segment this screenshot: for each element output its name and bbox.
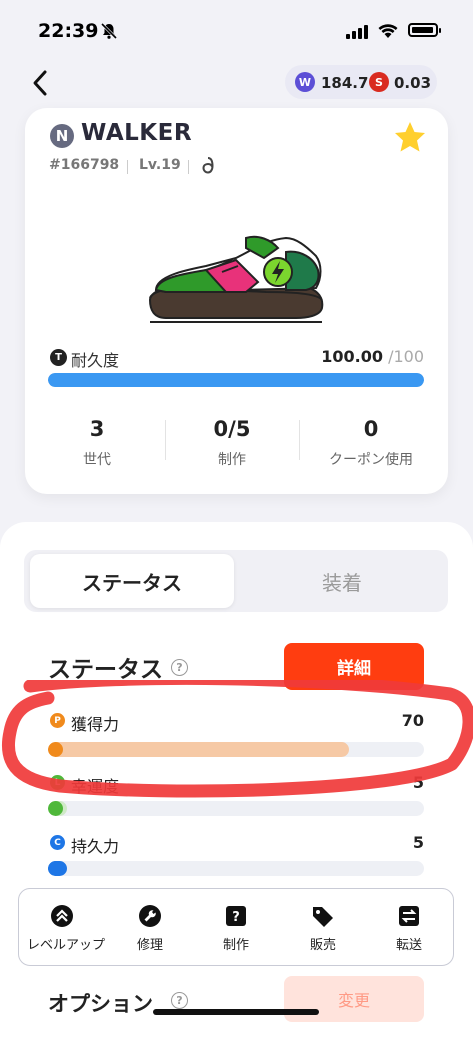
comfort-icon: C (50, 835, 65, 850)
toolbar-label: 販売 (309, 938, 336, 953)
battery-icon (408, 23, 441, 37)
attribute-bar-knob (48, 742, 63, 757)
stat-value: 3 (89, 417, 105, 441)
sneaker-level: Lv.19 (139, 157, 181, 173)
attribute-value: 5 (412, 833, 424, 852)
attribute-value: 70 (401, 711, 424, 730)
sneaker-image (148, 235, 324, 323)
durability-max: /100 (388, 347, 424, 366)
wrench-icon (139, 905, 161, 927)
stat-mint: 0/5 制作 (167, 417, 297, 469)
level-up-button[interactable]: レベルアップ (27, 904, 106, 953)
attribute-bar (48, 742, 424, 757)
stat-value: 0 (363, 417, 379, 441)
tag-icon (313, 907, 333, 927)
status-bar-time: 22:39 (38, 20, 99, 42)
durability-bar-fill (48, 373, 424, 387)
stat-coupon: 0 クーポン使用 (306, 417, 436, 469)
level-up-icon (51, 905, 73, 927)
sneaker-type: WALKER (81, 120, 193, 146)
durability-current: 100.00 (321, 347, 383, 366)
attribute-value: 5 (412, 773, 424, 792)
status-section-title: ステータス (48, 657, 163, 683)
divider (165, 420, 166, 460)
gst-balance: 184.7 (321, 74, 369, 92)
gmt-coin-icon: S (369, 72, 389, 92)
quality-badge: N (50, 124, 74, 148)
svg-text:?: ? (232, 910, 240, 925)
options-section-title: オプション (48, 992, 153, 1016)
toolbar-label: 制作 (222, 938, 249, 953)
attribute-bar-fill (48, 742, 349, 757)
attribute-label: 幸運度 (71, 777, 120, 796)
divider (127, 160, 128, 174)
help-icon[interactable]: ? (171, 992, 188, 1009)
wifi-icon (378, 24, 398, 38)
help-icon[interactable]: ? (171, 659, 188, 676)
durability-label: 耐久度 (71, 351, 120, 370)
efficiency-icon: P (50, 713, 65, 728)
luck-icon: L (50, 775, 65, 790)
stat-label: 世代 (83, 452, 111, 468)
durability-bar (48, 373, 424, 387)
home-indicator[interactable] (153, 1009, 319, 1015)
mint-button[interactable]: ? 制作 (201, 904, 271, 953)
divider (188, 160, 189, 174)
attribute-bar-knob (48, 861, 63, 876)
divider (299, 420, 300, 460)
sneaker-id: #166798 (49, 157, 120, 173)
mint-count-icon (202, 157, 214, 174)
tab-equipment[interactable]: 装着 (240, 554, 444, 608)
durability-value: 100.00 /100 (320, 347, 424, 366)
toolbar-label: 転送 (395, 938, 422, 953)
attribute-bar (48, 861, 424, 876)
attribute-bar (48, 801, 424, 816)
stat-value: 0/5 (213, 417, 251, 441)
transfer-icon (399, 906, 419, 926)
attribute-bar-knob (48, 801, 63, 816)
cellular-signal-icon (346, 25, 368, 39)
stat-generation: 3 世代 (32, 417, 162, 469)
stat-label: 制作 (218, 452, 246, 468)
mint-box-icon: ? (226, 906, 246, 926)
tab-status[interactable]: ステータス (30, 554, 234, 608)
transfer-button[interactable]: 転送 (374, 904, 444, 953)
stat-label: クーポン使用 (329, 452, 413, 468)
change-button[interactable]: 変更 (284, 976, 424, 1022)
attribute-label: 獲得力 (71, 715, 120, 734)
toolbar-label: 修理 (136, 938, 163, 953)
detail-button[interactable]: 詳細 (284, 643, 424, 690)
back-chevron-icon[interactable] (26, 68, 56, 98)
durability-icon: T (50, 349, 67, 366)
bell-muted-icon (100, 22, 118, 40)
repair-button[interactable]: 修理 (115, 904, 185, 953)
gmt-balance: 0.03 (394, 74, 432, 92)
favorite-star-icon[interactable] (393, 121, 427, 153)
gst-coin-icon: W (295, 72, 315, 92)
toolbar-label: レベルアップ (27, 938, 106, 953)
sell-button[interactable]: 販売 (288, 904, 358, 953)
attribute-label: 持久力 (71, 837, 120, 856)
